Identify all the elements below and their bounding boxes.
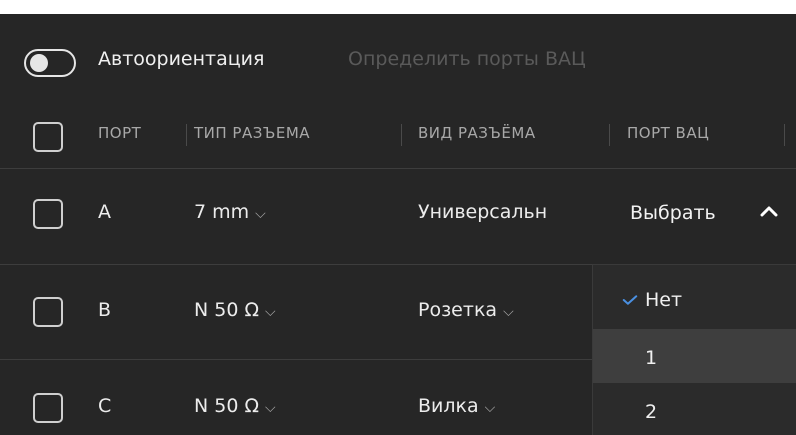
connector-kind-value: Вилка xyxy=(418,395,479,417)
row-checkbox[interactable] xyxy=(33,199,63,229)
vna-port-dropdown: Нет 1 2 xyxy=(592,264,796,435)
connector-kind-value: Розетка xyxy=(418,299,498,321)
dropdown-option-label: 2 xyxy=(645,401,658,423)
row-checkbox[interactable] xyxy=(33,393,63,423)
window-top-edge xyxy=(0,0,796,14)
dropdown-option[interactable]: 2 xyxy=(593,383,796,435)
connector-kind-cell[interactable]: Универсальн xyxy=(418,201,603,223)
connector-type-select[interactable]: N 50 Ω ⌵ xyxy=(194,299,276,321)
chevron-down-icon: ⌵ xyxy=(265,400,276,416)
column-divider xyxy=(401,124,402,146)
select-all-checkbox[interactable] xyxy=(33,122,63,152)
port-cell: B xyxy=(98,299,112,321)
vna-port-select-value: Выбрать xyxy=(630,202,716,224)
port-cell: A xyxy=(98,201,111,223)
detect-vna-ports-button[interactable]: Определить порты ВАЦ xyxy=(348,48,586,70)
header-connector-kind[interactable]: ВИД РАЗЪЁМА xyxy=(418,124,536,142)
chevron-down-icon: ⌵ xyxy=(503,304,514,320)
column-divider xyxy=(186,124,187,146)
auto-orientation-label: Автоориентация xyxy=(98,48,265,70)
dropdown-option[interactable]: 1 xyxy=(593,329,796,383)
column-divider xyxy=(609,124,610,146)
chevron-down-icon: ⌵ xyxy=(255,206,266,222)
connector-type-value: N 50 Ω xyxy=(194,299,259,321)
connector-kind-select[interactable]: Вилка ⌵ xyxy=(418,395,495,417)
auto-orientation-toggle[interactable] xyxy=(24,49,76,77)
header-vna-port[interactable]: ПОРТ ВАЦ xyxy=(627,124,709,142)
column-divider xyxy=(784,124,785,146)
header-connector-type[interactable]: ТИП РАЗЪЕМА xyxy=(194,124,310,142)
table-header: ПОРТ ТИП РАЗЪЕМА ВИД РАЗЪЁМА ПОРТ ВАЦ xyxy=(0,102,796,169)
header-port[interactable]: ПОРТ xyxy=(98,124,141,142)
dropdown-option-label: Нет xyxy=(645,289,683,311)
toggle-knob xyxy=(30,54,48,72)
port-cell: C xyxy=(98,395,112,417)
chevron-up-icon xyxy=(760,198,778,223)
chevron-down-icon: ⌵ xyxy=(265,304,276,320)
dropdown-option-label: 1 xyxy=(645,347,658,369)
connector-type-value: N 50 Ω xyxy=(194,395,259,417)
chevron-down-icon: ⌵ xyxy=(484,400,496,416)
vna-port-select[interactable]: Выбрать xyxy=(620,190,796,245)
check-icon xyxy=(622,295,638,305)
connector-kind-select[interactable]: Розетка ⌵ xyxy=(418,299,514,321)
connector-type-select[interactable]: N 50 Ω ⌵ xyxy=(194,395,276,417)
connector-type-value: 7 mm xyxy=(194,201,250,223)
connector-type-select[interactable]: 7 mm ⌵ xyxy=(194,201,266,223)
dropdown-option[interactable]: Нет xyxy=(593,275,796,329)
toolbar: Автоориентация Определить порты ВАЦ xyxy=(0,14,796,102)
row-checkbox[interactable] xyxy=(33,297,63,327)
